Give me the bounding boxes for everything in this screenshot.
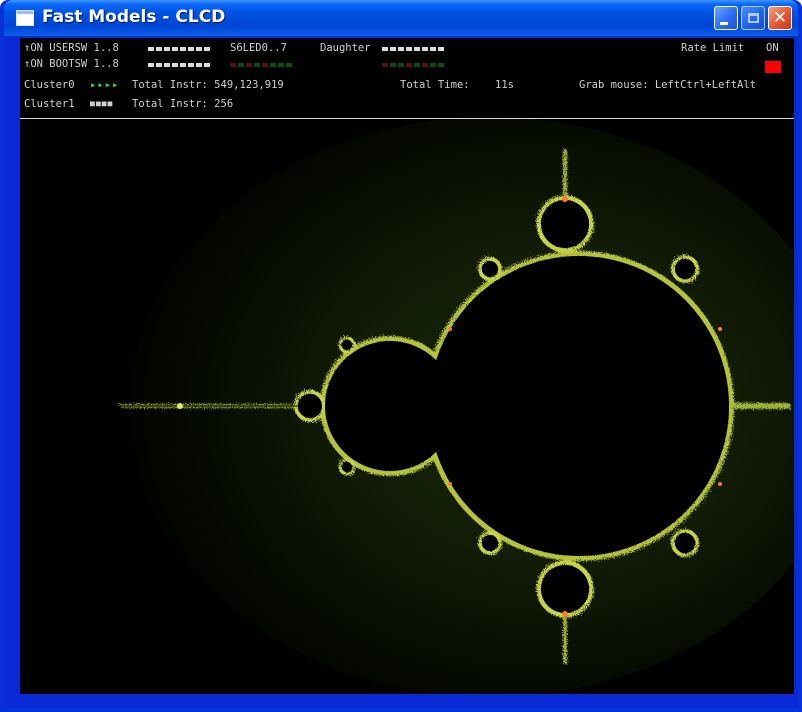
minimize-icon <box>720 21 728 25</box>
bootsw-label: ↑ON BOOTSW 1..8 <box>24 58 119 70</box>
minimize-button[interactable] <box>714 6 738 30</box>
close-icon: ✕ <box>772 7 788 28</box>
usersw-label: ↑ON USERSW 1..8 <box>24 42 119 54</box>
s6led-label: S6LED0..7 <box>230 42 287 54</box>
rate-limit-value: ON <box>766 42 779 54</box>
cluster0-total-instr: Total Instr: 549,123,919 <box>132 79 284 91</box>
cluster1-total-instr: Total Instr: 256 <box>132 98 234 110</box>
total-time-label: Total Time: <box>400 79 470 91</box>
cluster0-running-indicator: ▸▸▸▸ <box>90 79 120 91</box>
daughter-leds <box>382 47 444 51</box>
maximize-button[interactable] <box>741 6 765 30</box>
grab-mouse-hint: Grab mouse: LeftCtrl+LeftAlt <box>579 79 757 91</box>
mandelbrot-canvas[interactable] <box>20 119 794 694</box>
bootsw-switches[interactable] <box>148 63 210 67</box>
total-time-value: 11s <box>495 79 514 91</box>
cluster1-idle-indicator: ■■■■ <box>90 99 114 108</box>
daughter-label: Daughter <box>320 42 371 54</box>
window-title: Fast Models - CLCD <box>42 7 226 27</box>
title-bar[interactable]: Fast Models - CLCD ✕ <box>4 0 798 36</box>
lcd-display[interactable]: ↑ON USERSW 1..8 S6LED0..7 Daughter Rate … <box>20 38 794 694</box>
s6-leds <box>230 63 292 67</box>
rate-limit-label: Rate Limit <box>681 42 745 54</box>
rate-limit-indicator[interactable] <box>765 61 781 73</box>
app-window: Fast Models - CLCD ✕ ↑ON USERSW 1..8 S6L… <box>0 0 802 712</box>
close-button[interactable]: ✕ <box>768 6 792 30</box>
cluster0-label: Cluster0 <box>24 79 75 91</box>
status-panel: ↑ON USERSW 1..8 S6LED0..7 Daughter Rate … <box>20 38 794 119</box>
window-icon[interactable] <box>16 10 34 26</box>
maximize-icon <box>747 13 759 23</box>
daughter-status-leds <box>382 63 444 67</box>
cluster1-label: Cluster1 <box>24 98 75 110</box>
usersw-switches[interactable] <box>148 47 210 51</box>
